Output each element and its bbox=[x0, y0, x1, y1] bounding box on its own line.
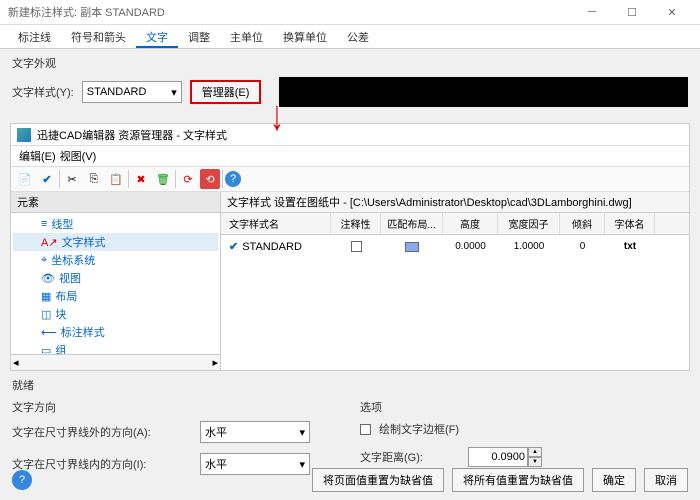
menu-edit[interactable]: 编辑(E) bbox=[19, 148, 56, 164]
dimstyle-icon: ⟵ bbox=[41, 326, 57, 339]
menu-view[interactable]: 视图(V) bbox=[60, 148, 97, 164]
delete-icon[interactable]: ✖ bbox=[131, 169, 151, 189]
view-icon: 👁 bbox=[41, 272, 55, 285]
paste-icon[interactable]: 📋 bbox=[106, 169, 126, 189]
dist-label: 文字距离(G): bbox=[360, 449, 460, 465]
col-match[interactable]: 匹配布局... bbox=[381, 213, 443, 234]
tab-primary[interactable]: 主单位 bbox=[220, 25, 273, 48]
cell-font: txt bbox=[605, 238, 655, 255]
direction-label: 文字方向 bbox=[12, 399, 340, 415]
textstyle-icon: A↗ bbox=[41, 236, 58, 249]
tree-item-block[interactable]: ◫块 bbox=[13, 305, 218, 323]
cell-height: 0.0000 bbox=[443, 238, 498, 255]
match-swatch[interactable] bbox=[405, 242, 419, 252]
frame-checkbox[interactable] bbox=[360, 424, 371, 435]
tree-scrollbar[interactable]: ◂▸ bbox=[11, 354, 220, 370]
tab-alt[interactable]: 换算单位 bbox=[273, 25, 337, 48]
reset-all-button[interactable]: 将所有值重置为缺省值 bbox=[452, 468, 584, 492]
minimize-button[interactable]: ─ bbox=[572, 0, 612, 25]
reset-page-button[interactable]: 将页面值重置为缺省值 bbox=[312, 468, 444, 492]
cell-width: 1.0000 bbox=[498, 238, 560, 255]
dist-input[interactable] bbox=[468, 447, 528, 467]
col-width[interactable]: 宽度因子 bbox=[498, 213, 560, 234]
preview-box bbox=[279, 77, 688, 107]
tree-item-group[interactable]: ▭组 bbox=[13, 341, 218, 354]
grid-row[interactable]: ✔STANDARD 0.0000 1.0000 0 txt bbox=[221, 235, 689, 258]
cut-icon[interactable]: ✂ bbox=[62, 169, 82, 189]
ok-button[interactable]: 确定 bbox=[592, 468, 636, 492]
app-icon bbox=[17, 128, 31, 142]
outside-dir-label: 文字在尺寸界线外的方向(A): bbox=[12, 424, 192, 440]
red-arrow-icon: ↓ bbox=[270, 92, 284, 140]
col-oblique[interactable]: 倾斜 bbox=[560, 213, 605, 234]
tab-symbols[interactable]: 符号和箭头 bbox=[61, 25, 136, 48]
annotative-checkbox[interactable] bbox=[351, 241, 362, 252]
outside-dir-combo[interactable]: 水平▾ bbox=[200, 421, 310, 443]
tab-fit[interactable]: 调整 bbox=[178, 25, 220, 48]
manager-button[interactable]: 管理器(E) bbox=[190, 80, 262, 104]
spin-up-icon[interactable]: ▲ bbox=[528, 447, 542, 457]
chevron-down-icon: ▾ bbox=[171, 86, 177, 99]
col-font[interactable]: 字体名 bbox=[605, 213, 655, 234]
col-annotative[interactable]: 注释性 bbox=[331, 213, 381, 234]
tree-item-linetype[interactable]: ≡线型 bbox=[13, 215, 218, 233]
layout-icon: ▦ bbox=[41, 290, 51, 303]
copy-icon[interactable]: ⎘ bbox=[84, 169, 104, 189]
refresh-icon[interactable]: ⟳ bbox=[178, 169, 198, 189]
tab-bar: 标注线 符号和箭头 文字 调整 主单位 换算单位 公差 bbox=[0, 25, 700, 49]
col-height[interactable]: 高度 bbox=[443, 213, 498, 234]
regen-icon[interactable]: ⟲ bbox=[200, 169, 220, 189]
window-title: 新建标注样式: 副本 STANDARD bbox=[8, 4, 572, 20]
tab-text[interactable]: 文字 bbox=[136, 25, 178, 48]
maximize-button[interactable]: ☐ bbox=[612, 0, 652, 25]
options-label: 选项 bbox=[360, 399, 688, 415]
tree-item-layout[interactable]: ▦布局 bbox=[13, 287, 218, 305]
group-icon: ▭ bbox=[41, 344, 51, 355]
text-style-label: 文字样式(Y): bbox=[12, 84, 74, 100]
spin-down-icon[interactable]: ▼ bbox=[528, 457, 542, 467]
dist-spinner[interactable]: ▲▼ bbox=[468, 447, 542, 467]
status-text: 就绪 bbox=[0, 375, 700, 395]
tree-item-textstyle[interactable]: A↗文字样式 bbox=[13, 233, 218, 251]
apply-icon[interactable]: ✔ bbox=[37, 169, 57, 189]
frame-label: 绘制文字边框(F) bbox=[379, 421, 459, 437]
tab-tolerance[interactable]: 公差 bbox=[337, 25, 379, 48]
new-icon[interactable]: 📄 bbox=[15, 169, 35, 189]
cancel-button[interactable]: 取消 bbox=[644, 468, 688, 492]
tree-item-view[interactable]: 👁视图 bbox=[13, 269, 218, 287]
linetype-icon: ≡ bbox=[41, 218, 47, 230]
cell-oblique: 0 bbox=[560, 238, 605, 255]
tree-item-dimstyle[interactable]: ⟵标注样式 bbox=[13, 323, 218, 341]
grid-path: 文字样式 设置在图纸中 - [C:\Users\Administrator\De… bbox=[221, 192, 689, 213]
purge-icon[interactable]: 🗑 bbox=[153, 169, 173, 189]
appearance-label: 文字外观 bbox=[12, 55, 688, 71]
help-icon[interactable]: ? bbox=[225, 171, 241, 187]
text-style-combo[interactable]: STANDARD ▾ bbox=[82, 81, 182, 103]
ucs-icon: ⌖ bbox=[41, 254, 47, 267]
subwindow-title: 迅捷CAD编辑器 资源管理器 - 文字样式 bbox=[37, 127, 227, 143]
chevron-down-icon: ▾ bbox=[299, 426, 305, 439]
tree-item-ucs[interactable]: ⌖坐标系统 bbox=[13, 251, 218, 269]
element-tree[interactable]: ≡线型 A↗文字样式 ⌖坐标系统 👁视图 ▦布局 ◫块 ⟵标注样式 ▭组 🗋外部… bbox=[11, 213, 220, 354]
check-icon: ✔ bbox=[229, 240, 238, 253]
text-style-value: STANDARD bbox=[87, 86, 147, 98]
tree-header: 元素 bbox=[11, 192, 220, 213]
help-button[interactable]: ? bbox=[12, 470, 32, 490]
tab-dimlines[interactable]: 标注线 bbox=[8, 25, 61, 48]
close-button[interactable]: ✕ bbox=[652, 0, 692, 25]
block-icon: ◫ bbox=[41, 308, 51, 321]
col-name[interactable]: 文字样式名 bbox=[221, 213, 331, 234]
